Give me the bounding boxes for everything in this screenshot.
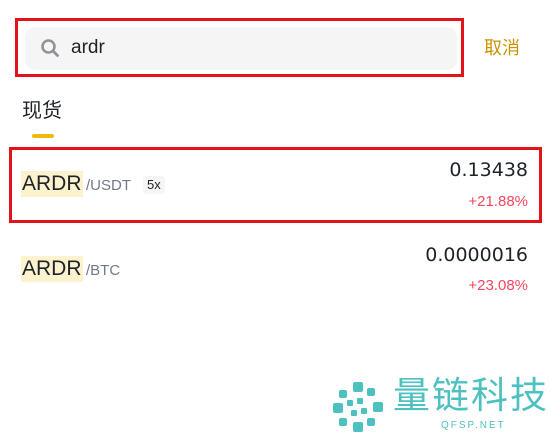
watermark-text: 量链科技 xyxy=(393,374,549,417)
watermark-url: QFSP.NET xyxy=(441,420,506,431)
search-input[interactable]: ardr xyxy=(71,36,105,60)
cancel-button[interactable]: 取消 xyxy=(484,36,520,60)
last-price: 0.13438 xyxy=(449,159,528,181)
pair-base-symbol: ARDR xyxy=(21,256,83,282)
watermark-logo-icon xyxy=(333,382,383,432)
pair-quote-symbol: /USDT xyxy=(86,177,131,194)
tab-active-indicator xyxy=(32,134,54,138)
tab-spot[interactable]: 现货 xyxy=(22,97,62,123)
change-percent: +23.08% xyxy=(468,277,528,294)
leverage-badge: 5x xyxy=(143,176,165,194)
search-icon xyxy=(41,39,59,57)
pair-quote-symbol: /BTC xyxy=(86,262,121,279)
last-price: 0.0000016 xyxy=(425,244,528,266)
change-percent: +21.88% xyxy=(468,193,528,210)
pair-base-symbol: ARDR xyxy=(21,171,83,197)
